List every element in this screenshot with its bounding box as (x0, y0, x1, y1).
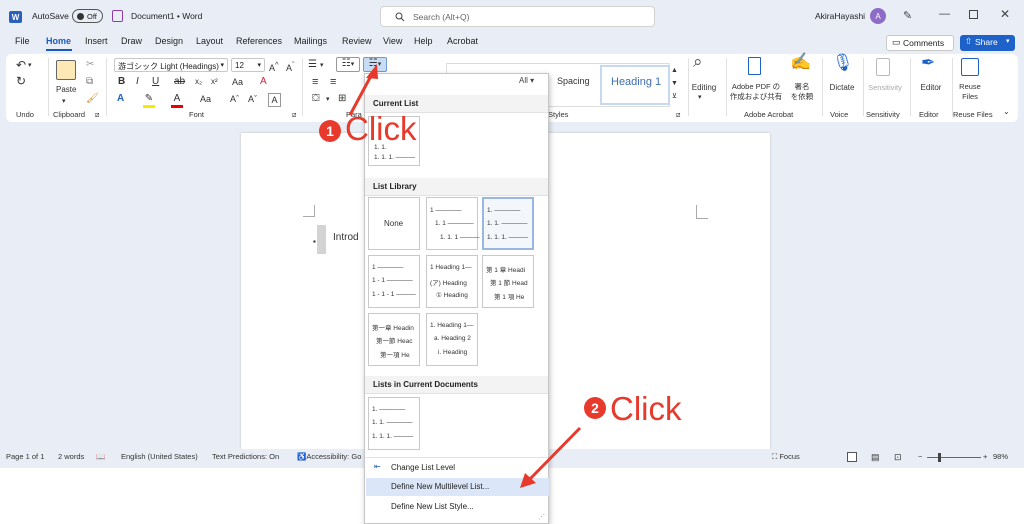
click-annotation-2: Click (610, 390, 682, 427)
annotation-arrows (348, 64, 582, 488)
step-badge-1: 1 (319, 120, 341, 142)
click-annotation-1: Click (345, 110, 417, 147)
step-badge-2: 2 (584, 397, 606, 419)
